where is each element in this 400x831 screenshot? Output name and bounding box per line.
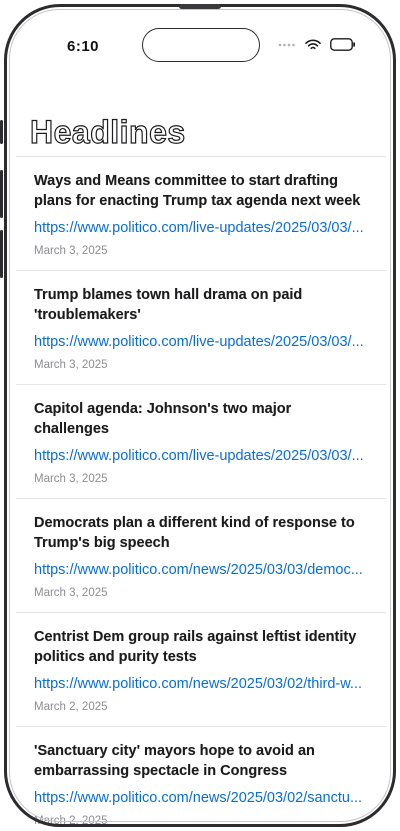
- dynamic-island: [142, 28, 260, 62]
- status-indicators: [278, 38, 356, 51]
- wifi-icon: [305, 39, 321, 49]
- headline-date: March 3, 2025: [34, 587, 108, 599]
- headline-date: March 3, 2025: [34, 473, 108, 485]
- headline-date: March 3, 2025: [34, 359, 108, 371]
- page-title: Headlines: [29, 113, 186, 150]
- headline-date: March 3, 2025: [34, 245, 108, 257]
- headline-date: March 2, 2025: [34, 815, 108, 827]
- main-content: Headlines Ways and Means committee to st…: [16, 108, 386, 831]
- battery-icon: [330, 38, 355, 51]
- headline-item[interactable]: Democrats plan a different kind of respo…: [16, 499, 386, 613]
- headline-link[interactable]: https://www.politico.com/news/2025/03/02…: [34, 788, 370, 808]
- headline-list[interactable]: Ways and Means committee to start drafti…: [16, 156, 386, 831]
- speaker-grille: [179, 4, 221, 9]
- headline-title: Ways and Means committee to start drafti…: [34, 173, 361, 209]
- headline-date: March 2, 2025: [34, 701, 108, 713]
- headline-item[interactable]: Centrist Dem group rails against leftist…: [16, 613, 386, 727]
- volume-down-button: [0, 230, 3, 278]
- status-bar: 6:10: [0, 28, 400, 64]
- headline-item[interactable]: Capitol agenda: Johnson's two major chal…: [16, 385, 386, 499]
- headline-link[interactable]: https://www.politico.com/news/2025/03/02…: [34, 674, 370, 694]
- volume-up-button: [0, 170, 3, 218]
- headline-title: 'Sanctuary city' mayors hope to avoid an…: [34, 743, 315, 779]
- headline-item[interactable]: Ways and Means committee to start drafti…: [16, 157, 386, 271]
- action-button: [0, 120, 3, 144]
- headline-link[interactable]: https://www.politico.com/live-updates/20…: [34, 446, 370, 466]
- headline-title: Capitol agenda: Johnson's two major chal…: [34, 401, 292, 437]
- headline-title: Trump blames town hall drama on paid 'tr…: [34, 287, 303, 323]
- headline-item[interactable]: 'Sanctuary city' mayors hope to avoid an…: [16, 727, 386, 831]
- status-time: 6:10: [67, 38, 100, 55]
- phone-screen: 6:10 Headlines Ways and Means committee …: [0, 0, 400, 831]
- headline-title: Democrats plan a different kind of respo…: [34, 515, 355, 551]
- headline-title: Centrist Dem group rails against leftist…: [34, 629, 357, 665]
- headline-item[interactable]: Trump blames town hall drama on paid 'tr…: [16, 271, 386, 385]
- signal-icon: [278, 43, 295, 46]
- headline-link[interactable]: https://www.politico.com/live-updates/20…: [34, 332, 370, 352]
- headline-link[interactable]: https://www.politico.com/news/2025/03/03…: [34, 560, 370, 580]
- headline-link[interactable]: https://www.politico.com/live-updates/20…: [34, 218, 370, 238]
